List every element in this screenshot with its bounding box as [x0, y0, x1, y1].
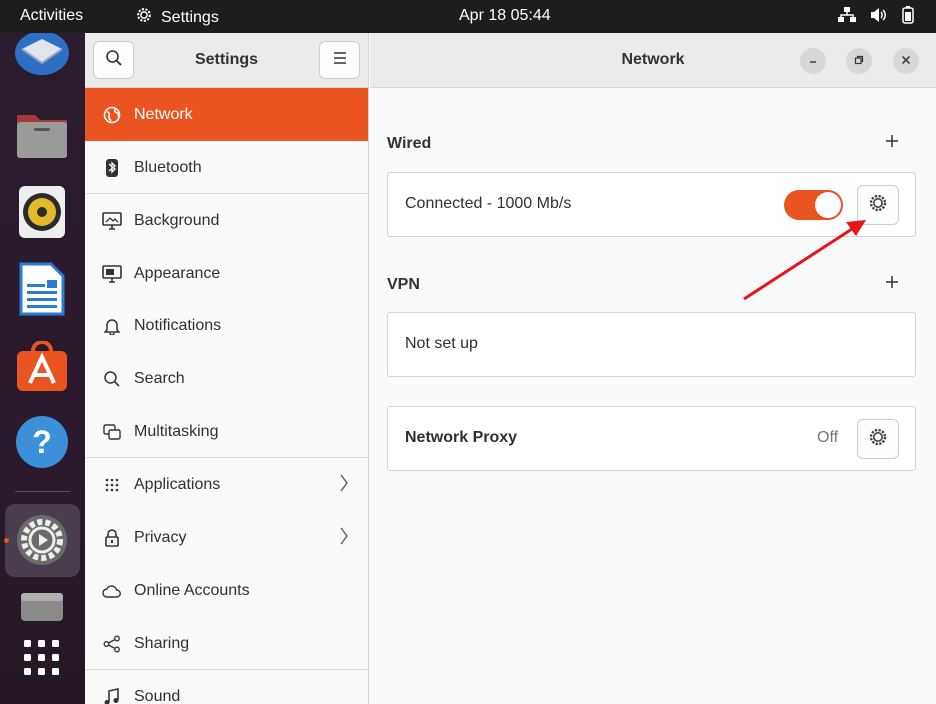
proxy-status: Off	[817, 429, 839, 446]
background-icon	[99, 211, 125, 230]
sidebar-item-multitasking[interactable]: Multitasking	[85, 405, 368, 458]
cloud-icon	[99, 584, 125, 598]
vpn-section-title: VPN	[387, 276, 420, 293]
wired-connection-row: Connected - 1000 Mb/s	[387, 172, 916, 237]
lock-icon	[99, 528, 125, 547]
toggle-knob	[815, 192, 841, 218]
rhythmbox-icon[interactable]	[14, 184, 70, 240]
help-icon[interactable]: ?	[14, 414, 70, 470]
sidebar-item-label: Online Accounts	[134, 581, 250, 599]
activities-button[interactable]: Activities	[20, 7, 83, 25]
sidebar-item-network[interactable]: Network	[85, 88, 368, 141]
settings-sidebar: Settings Network Bluetooth Background Ap…	[85, 33, 369, 704]
system-tray[interactable]	[838, 6, 914, 29]
network-panel: Wired Connected - 1000 Mb/s VPN Not set …	[370, 88, 936, 704]
dock-separator	[15, 491, 70, 492]
show-apps-icon[interactable]	[14, 630, 70, 686]
app-menu[interactable]: Settings	[135, 6, 219, 29]
appearance-icon	[99, 264, 125, 283]
sidebar-item-label: Multitasking	[134, 422, 219, 440]
wired-section-title: Wired	[387, 135, 432, 152]
battery-icon	[902, 6, 914, 29]
settings-app-icon[interactable]	[14, 512, 70, 568]
sidebar-item-label: Sharing	[134, 634, 190, 652]
sidebar-item-sharing[interactable]: Sharing	[85, 617, 368, 670]
close-button[interactable]	[893, 48, 919, 74]
music-icon	[99, 687, 125, 704]
running-indicator	[4, 538, 9, 543]
volume-icon	[870, 7, 888, 28]
wired-network-icon	[838, 7, 856, 28]
libreoffice-writer-icon[interactable]	[14, 261, 70, 317]
plus-icon	[885, 272, 899, 294]
menu-button[interactable]	[319, 41, 360, 79]
sidebar-item-online-accounts[interactable]: Online Accounts	[85, 564, 368, 617]
gear-icon	[135, 6, 153, 29]
proxy-label: Network Proxy	[405, 429, 518, 446]
sidebar-item-sound[interactable]: Sound	[85, 670, 368, 704]
gear-icon	[868, 193, 888, 218]
sidebar-item-background[interactable]: Background	[85, 194, 368, 247]
multitasking-icon	[99, 423, 125, 440]
grid-icon	[99, 478, 125, 492]
top-bar: Activities Settings Apr 18 05:44	[0, 0, 936, 33]
wired-toggle[interactable]	[784, 190, 843, 220]
main-header: Network	[370, 33, 936, 88]
wired-settings-button[interactable]	[857, 185, 899, 225]
search-icon	[99, 370, 125, 388]
share-icon	[99, 635, 125, 653]
sidebar-header: Settings	[85, 33, 368, 88]
vpn-row: Not set up	[387, 312, 916, 377]
add-wired-button[interactable]	[885, 131, 899, 154]
add-vpn-button[interactable]	[885, 272, 899, 295]
sidebar-item-applications[interactable]: Applications	[85, 458, 368, 511]
minimize-button[interactable]	[800, 48, 826, 74]
app-center-icon[interactable]	[14, 338, 70, 394]
chevron-right-icon	[340, 527, 348, 550]
gear-icon	[868, 427, 888, 452]
sidebar-item-notifications[interactable]: Notifications	[85, 299, 368, 352]
bluetooth-icon	[99, 158, 125, 177]
dock: ?	[0, 33, 85, 704]
close-icon	[901, 52, 911, 70]
restore-icon	[854, 52, 864, 70]
thunderbird-icon[interactable]	[14, 33, 70, 85]
sidebar-item-bluetooth[interactable]: Bluetooth	[85, 141, 368, 194]
sidebar-item-label: Bluetooth	[134, 158, 202, 176]
proxy-settings-button[interactable]	[857, 419, 899, 459]
wired-status-label: Connected - 1000 Mb/s	[405, 195, 572, 212]
app-menu-label: Settings	[161, 8, 219, 26]
network-icon	[99, 106, 125, 124]
sidebar-item-label: Sound	[134, 687, 181, 704]
drive-icon[interactable]	[14, 591, 70, 621]
svg-text:?: ?	[32, 424, 52, 460]
bell-icon	[99, 317, 125, 335]
chevron-right-icon	[340, 474, 348, 497]
sidebar-item-label: Notifications	[134, 316, 222, 334]
sidebar-item-label: Network	[134, 105, 193, 123]
network-proxy-row[interactable]: Network Proxy Off	[387, 406, 916, 471]
sidebar-item-search[interactable]: Search	[85, 352, 368, 405]
plus-icon	[885, 131, 899, 153]
sidebar-item-label: Appearance	[134, 264, 221, 282]
sidebar-item-label: Privacy	[134, 528, 187, 546]
sidebar-item-label: Search	[134, 369, 185, 387]
maximize-button[interactable]	[846, 48, 872, 74]
files-icon[interactable]	[14, 106, 70, 162]
minimize-icon	[808, 52, 818, 70]
sidebar-item-privacy[interactable]: Privacy	[85, 511, 368, 564]
hamburger-icon	[333, 51, 347, 69]
sidebar-item-label: Applications	[134, 475, 221, 493]
clock[interactable]: Apr 18 05:44	[459, 7, 551, 25]
sidebar-item-label: Background	[134, 211, 220, 229]
vpn-status-label: Not set up	[405, 335, 478, 352]
sidebar-item-appearance[interactable]: Appearance	[85, 247, 368, 300]
